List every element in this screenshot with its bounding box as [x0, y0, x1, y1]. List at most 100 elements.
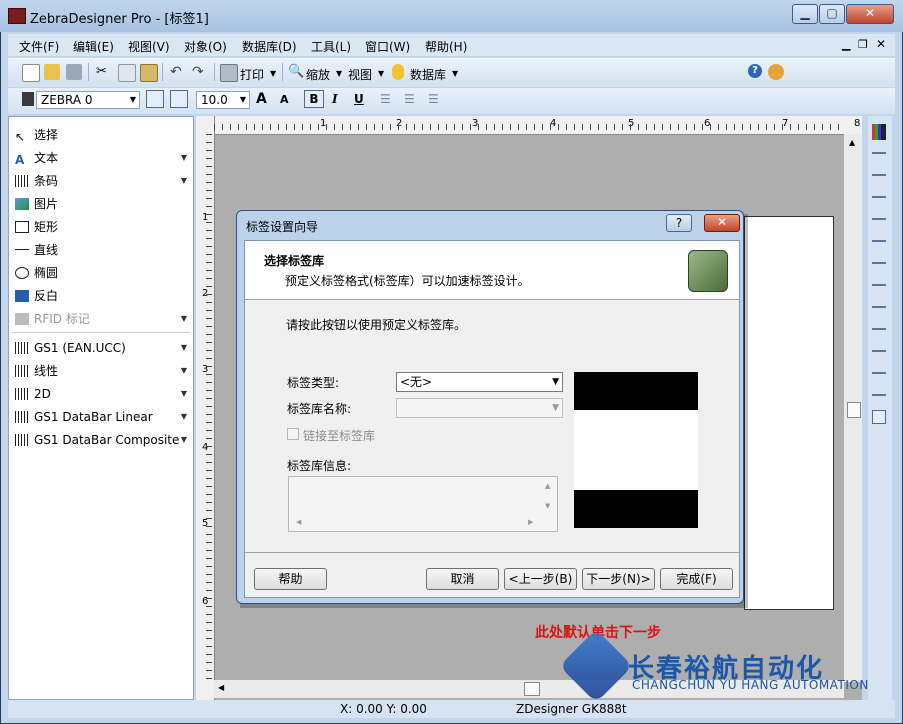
tool-line[interactable]: 直线	[15, 240, 187, 260]
text-format-icon[interactable]	[146, 90, 164, 108]
chevron-down-icon: ▼	[552, 403, 559, 413]
scroll-thumb[interactable]	[524, 682, 540, 696]
align-tools-icon[interactable]	[872, 152, 886, 402]
menu-tools[interactable]: 工具(L)	[311, 38, 351, 55]
minimize-button[interactable]: ▁	[792, 4, 818, 24]
view-dropdown-icon[interactable]: ▼	[378, 69, 384, 78]
align-center-icon[interactable]: ☰	[404, 92, 415, 106]
tool-gs1-databar-composite[interactable]: GS1 DataBar Composite ▼	[15, 430, 187, 450]
scroll-up-icon[interactable]: ▲	[849, 138, 855, 147]
tool-text[interactable]: A 文本 ▼	[15, 148, 187, 168]
print-icon[interactable]	[220, 64, 238, 82]
redo-icon[interactable]: ↷	[192, 64, 208, 80]
mdi-close-icon[interactable]: ✕	[876, 37, 886, 51]
bold-icon[interactable]: B	[304, 90, 324, 108]
tool-gs1-ean[interactable]: GS1 (EAN.UCC) ▼	[15, 338, 187, 358]
next-button[interactable]: 下一步(N)>	[582, 568, 655, 590]
link-library-checkbox[interactable]	[287, 428, 299, 440]
barcode-icon	[15, 175, 29, 187]
open-icon[interactable]	[44, 64, 60, 80]
tab-order-icon[interactable]	[872, 410, 886, 424]
label-type-select[interactable]: <无> ▼	[396, 372, 563, 392]
company-name-en: CHANGCHUN YU HANG AUTOMATION	[632, 678, 869, 692]
line-icon	[15, 249, 29, 250]
tool-ellipse[interactable]: 椭圆	[15, 263, 187, 283]
label-preview-area	[574, 410, 698, 490]
new-icon[interactable]	[22, 64, 40, 82]
tool-rfid[interactable]: RFID 标记 ▼	[15, 309, 187, 329]
print-dropdown-icon[interactable]: ▼	[270, 69, 276, 78]
mdi-restore-icon[interactable]: ❐	[858, 38, 868, 51]
library-info-box[interactable]	[288, 476, 558, 532]
menu-edit[interactable]: 编辑(E)	[73, 38, 114, 55]
zoom-button[interactable]: 缩放	[306, 66, 330, 83]
database-button[interactable]: 数据库	[410, 66, 446, 83]
print-button[interactable]: 打印	[240, 66, 264, 83]
help-icon[interactable]: ?	[748, 64, 762, 78]
tool-linear[interactable]: 线性 ▼	[15, 361, 187, 381]
scroll-left-icon[interactable]: ◀	[218, 683, 224, 692]
help-button[interactable]: 帮助	[254, 568, 327, 590]
scroll-thumb[interactable]	[847, 402, 861, 418]
tool-gs1-databar-linear[interactable]: GS1 DataBar Linear ▼	[15, 407, 187, 427]
underline-icon[interactable]: U	[354, 92, 364, 106]
grow-font-icon[interactable]: A	[256, 91, 267, 107]
zoom-icon[interactable]: 🔍	[288, 64, 304, 80]
chevron-down-icon: ▼	[180, 412, 187, 421]
maximize-button[interactable]: ▢	[819, 4, 845, 24]
label-page[interactable]	[744, 216, 834, 610]
menu-window[interactable]: 窗口(W)	[365, 38, 410, 55]
finish-button[interactable]: 完成(F)	[660, 568, 733, 590]
dialog-subheading: 预定义标签格式(标签库）可以加速标签设计。	[285, 274, 530, 288]
library-name-select[interactable]: ▼	[396, 398, 563, 418]
font-icon[interactable]	[170, 90, 188, 108]
menu-help[interactable]: 帮助(H)	[425, 38, 467, 55]
cancel-button[interactable]: 取消	[426, 568, 499, 590]
rectangle-icon	[15, 221, 29, 233]
chevron-down-icon: ▼	[180, 343, 187, 352]
tool-select[interactable]: ↖ 选择	[15, 125, 187, 145]
align-left-icon[interactable]: ☰	[380, 92, 391, 106]
printer-select[interactable]: ZEBRA 0 ▼	[36, 91, 140, 109]
app-icon	[8, 8, 26, 24]
close-button[interactable]: ✕	[846, 4, 894, 24]
dialog-close-button[interactable]: ✕	[704, 214, 740, 232]
scroll-left-icon[interactable]: ◀	[296, 518, 301, 526]
save-icon[interactable]	[66, 64, 82, 80]
align-right-icon[interactable]: ☰	[428, 92, 439, 106]
database-icon[interactable]	[392, 64, 404, 80]
back-button[interactable]: <上一步(B)	[504, 568, 577, 590]
cut-icon[interactable]: ✂	[96, 64, 112, 80]
scroll-right-icon[interactable]: ▶	[528, 518, 533, 526]
mdi-minimize-icon[interactable]: ▁	[842, 38, 850, 51]
undo-icon[interactable]: ↶	[170, 64, 186, 80]
divider	[245, 552, 739, 553]
inverse-icon	[15, 290, 29, 302]
printer-icon	[22, 92, 34, 106]
menu-file[interactable]: 文件(F)	[19, 38, 59, 55]
menu-database[interactable]: 数据库(D)	[242, 38, 297, 55]
menu-view[interactable]: 视图(V)	[128, 38, 170, 55]
tool-barcode[interactable]: 条码 ▼	[15, 171, 187, 191]
tool-2d[interactable]: 2D ▼	[15, 384, 187, 404]
dialog-help-button[interactable]: ?	[666, 214, 692, 232]
scroll-up-icon[interactable]: ▲	[545, 482, 550, 490]
library-info-label: 标签库信息:	[287, 459, 352, 473]
tool-image[interactable]: 图片	[15, 194, 187, 214]
paste-icon[interactable]	[140, 64, 158, 82]
shrink-font-icon[interactable]: A	[280, 93, 289, 106]
users-icon[interactable]	[768, 64, 784, 80]
pens-icon[interactable]	[872, 124, 886, 140]
tool-inverse[interactable]: 反白	[15, 286, 187, 306]
toolbar-separator	[282, 63, 283, 81]
view-button[interactable]: 视图	[348, 66, 372, 83]
font-size-select[interactable]: 10.0 ▼	[196, 91, 250, 109]
tool-rectangle[interactable]: 矩形	[15, 217, 187, 237]
database-dropdown-icon[interactable]: ▼	[452, 69, 458, 78]
chevron-down-icon: ▼	[552, 377, 559, 387]
italic-icon[interactable]: I	[332, 92, 338, 106]
zoom-dropdown-icon[interactable]: ▼	[336, 69, 342, 78]
scroll-down-icon[interactable]: ▼	[545, 502, 550, 510]
menu-object[interactable]: 对象(O)	[184, 38, 227, 55]
copy-icon[interactable]	[118, 64, 136, 82]
